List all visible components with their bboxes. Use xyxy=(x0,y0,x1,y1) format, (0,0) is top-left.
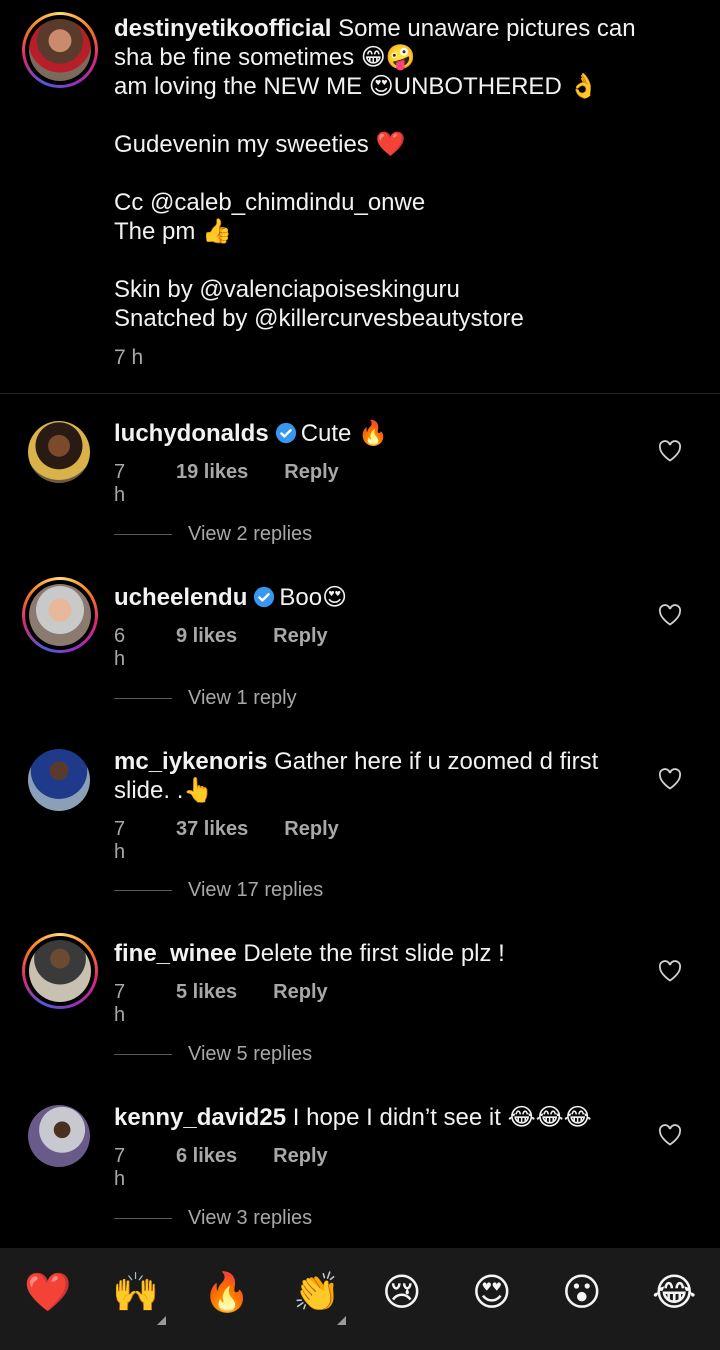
commenter-username[interactable]: luchydonalds xyxy=(114,420,269,447)
view-replies-button[interactable]: View 17 replies xyxy=(114,879,323,902)
commenter-avatar xyxy=(29,940,91,1002)
comment-likes[interactable]: 19 likes xyxy=(176,461,248,507)
fire-emoji[interactable]: 🔥 xyxy=(203,1270,250,1314)
tears-of-joy-emoji[interactable]: 😂 xyxy=(652,1270,696,1314)
commenter-avatar xyxy=(29,584,91,646)
post-author-avatar-ring[interactable] xyxy=(22,12,98,88)
skin-tone-indicator-icon xyxy=(337,1316,346,1325)
reply-button[interactable]: Reply xyxy=(284,461,338,507)
like-heart-icon[interactable] xyxy=(658,960,682,982)
raising-hands-emoji[interactable]: 🙌 xyxy=(112,1270,159,1314)
surprised-face-emoji[interactable]: 😮 xyxy=(562,1270,602,1314)
view-replies-button[interactable]: View 3 replies xyxy=(114,1207,312,1230)
crying-face-emoji[interactable]: 😢 xyxy=(382,1270,422,1314)
view-replies-button[interactable]: View 5 replies xyxy=(114,1043,312,1066)
commenter-avatar-ring[interactable] xyxy=(22,933,98,1009)
skin-tone-indicator-icon xyxy=(157,1316,166,1325)
reply-button[interactable]: Reply xyxy=(273,1145,327,1191)
post-caption: destinyetikoofficial Some unaware pictur… xyxy=(114,14,674,372)
commenter-avatar[interactable] xyxy=(28,749,90,811)
view-replies-button[interactable]: View 1 reply xyxy=(114,687,297,710)
red-heart-emoji[interactable]: ❤️ xyxy=(24,1270,71,1314)
heart-eyes-emoji[interactable]: 😍 xyxy=(472,1270,512,1314)
verified-badge-icon xyxy=(275,422,296,444)
commenter-username[interactable]: ucheelendu xyxy=(114,584,247,611)
like-heart-icon[interactable] xyxy=(658,1124,682,1146)
post-author-username[interactable]: destinyetikoofficial xyxy=(114,15,331,42)
post-author-avatar xyxy=(29,19,91,81)
commenter-avatar[interactable] xyxy=(28,1105,90,1167)
comment-likes[interactable]: 5 likes xyxy=(176,981,237,1027)
like-heart-icon[interactable] xyxy=(658,768,682,790)
comment-time: 6 h xyxy=(114,625,126,670)
like-heart-icon[interactable] xyxy=(658,604,682,626)
like-heart-icon[interactable] xyxy=(658,440,682,462)
reply-button[interactable]: Reply xyxy=(284,818,338,864)
reply-button[interactable]: Reply xyxy=(273,981,327,1027)
commenter-avatar-ring[interactable] xyxy=(22,577,98,653)
comment-time: 7 h xyxy=(114,818,126,863)
view-replies-button[interactable]: View 2 replies xyxy=(114,523,312,546)
comment-time: 7 h xyxy=(114,1145,126,1190)
commenter-username[interactable]: fine_winee xyxy=(114,940,237,967)
verified-badge-icon xyxy=(254,586,275,608)
comment-time: 7 h xyxy=(114,461,126,506)
commenter-avatar[interactable] xyxy=(28,421,90,483)
comment-time: 7 h xyxy=(114,981,126,1026)
comment-likes[interactable]: 6 likes xyxy=(176,1145,237,1191)
post-timestamp: 7 h xyxy=(114,346,144,369)
emoji-reaction-bar: ❤️ 🙌 🔥 👏 😢 😍 😮 😂 xyxy=(0,1248,720,1350)
commenter-username[interactable]: mc_iykenoris xyxy=(114,748,267,775)
caption-divider xyxy=(0,393,720,394)
reply-button[interactable]: Reply xyxy=(273,625,327,671)
clapping-hands-emoji[interactable]: 👏 xyxy=(293,1270,340,1314)
comment-likes[interactable]: 9 likes xyxy=(176,625,237,671)
comment-likes[interactable]: 37 likes xyxy=(176,818,248,864)
commenter-username[interactable]: kenny_david25 xyxy=(114,1104,286,1131)
